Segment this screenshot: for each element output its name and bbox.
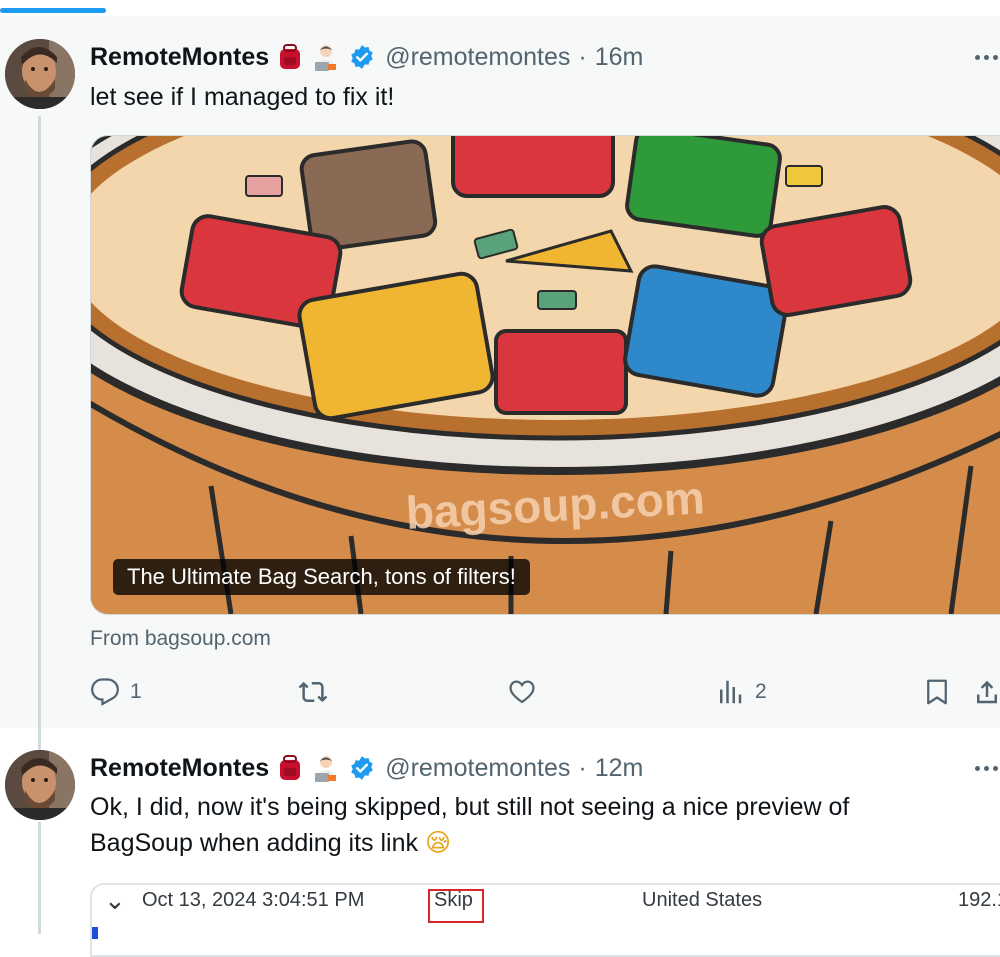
bag-soup-image: bagsoup.com bbox=[91, 136, 1000, 614]
dot-icon bbox=[975, 54, 980, 60]
share-icon bbox=[977, 680, 997, 704]
tweet-text-line-1: Ok, I did, now it's being skipped, but s… bbox=[90, 793, 850, 821]
handle[interactable]: @remotemontes bbox=[385, 754, 570, 783]
dot-icon bbox=[984, 54, 989, 60]
thread-line bbox=[38, 116, 41, 728]
dot-icon bbox=[975, 765, 980, 771]
like-button[interactable] bbox=[507, 672, 547, 712]
expand-chevron-icon[interactable]: ⌄ bbox=[104, 885, 126, 916]
action-bar: 1 2 bbox=[0, 672, 1000, 712]
top-strip bbox=[0, 0, 1000, 16]
tweet-2[interactable]: RemoteMontes @remotemontes · 12m Ok, I d… bbox=[0, 728, 1000, 957]
handle[interactable]: @remotemontes bbox=[385, 43, 570, 72]
tweet-header: RemoteMontes @remotemontes · 12m bbox=[90, 750, 643, 786]
row-country: United States bbox=[642, 889, 763, 911]
tweet-text: let see if I managed to fix it! bbox=[90, 83, 395, 111]
more-options-button[interactable] bbox=[958, 753, 1000, 783]
bookmark-icon bbox=[927, 679, 947, 705]
views-icon bbox=[720, 680, 742, 704]
dot-icon bbox=[993, 54, 998, 60]
card-source-link[interactable]: From bagsoup.com bbox=[90, 627, 271, 651]
link-preview-card[interactable]: bagsoup.com The Ultimate Bag Search, ton… bbox=[90, 135, 1000, 615]
more-options-button[interactable] bbox=[958, 42, 1000, 72]
row-timestamp: Oct 13, 2024 3:04:51 PM bbox=[142, 889, 365, 911]
timestamp[interactable]: 12m bbox=[595, 754, 644, 783]
views-button[interactable]: 2 bbox=[715, 672, 767, 712]
reply-count: 1 bbox=[130, 680, 142, 703]
share-button[interactable] bbox=[972, 672, 1000, 712]
tweet-text-line-2-content: BagSoup when adding its link bbox=[90, 829, 419, 857]
active-tab-indicator bbox=[0, 8, 106, 13]
display-name[interactable]: RemoteMontes bbox=[90, 43, 269, 72]
thread-line-top bbox=[38, 728, 41, 750]
bookmark-button[interactable] bbox=[922, 672, 952, 712]
dot-icon bbox=[984, 765, 989, 771]
row-ip: 192.1 bbox=[958, 889, 1000, 911]
card-caption: The Ultimate Bag Search, tons of filters… bbox=[113, 559, 530, 595]
reply-icon bbox=[91, 678, 119, 706]
thread-line bbox=[38, 822, 41, 934]
separator: · bbox=[578, 753, 587, 782]
embed-accent-bar bbox=[92, 927, 98, 939]
embedded-screenshot: ⌄ Oct 13, 2024 3:04:51 PM Skip United St… bbox=[90, 883, 1000, 957]
technologist-emoji-icon bbox=[311, 753, 341, 783]
reply-button[interactable]: 1 bbox=[90, 672, 142, 712]
separator: · bbox=[578, 42, 587, 71]
dot-icon bbox=[993, 765, 998, 771]
retweet-icon bbox=[298, 681, 328, 703]
retweet-button[interactable] bbox=[298, 672, 338, 712]
tweet-header: RemoteMontes @remotemontes · 16m bbox=[90, 39, 643, 75]
tweet-1[interactable]: RemoteMontes @remotemontes · 16m let see… bbox=[0, 16, 1000, 728]
tweet-text-line-2: BagSoup when adding its link 😪 bbox=[90, 825, 451, 861]
display-name[interactable]: RemoteMontes bbox=[90, 754, 269, 783]
row-status: Skip bbox=[434, 889, 473, 911]
sleepy-face-emoji-icon: 😪 bbox=[424, 828, 452, 857]
backpack-emoji-icon bbox=[275, 42, 305, 72]
heart-icon bbox=[509, 680, 535, 704]
timestamp[interactable]: 16m bbox=[595, 43, 644, 72]
verified-badge-icon bbox=[347, 753, 377, 783]
backpack-emoji-icon bbox=[275, 753, 305, 783]
views-count: 2 bbox=[755, 680, 767, 703]
verified-badge-icon bbox=[347, 42, 377, 72]
technologist-emoji-icon bbox=[311, 42, 341, 72]
avatar[interactable] bbox=[5, 39, 75, 109]
avatar[interactable] bbox=[5, 750, 75, 820]
